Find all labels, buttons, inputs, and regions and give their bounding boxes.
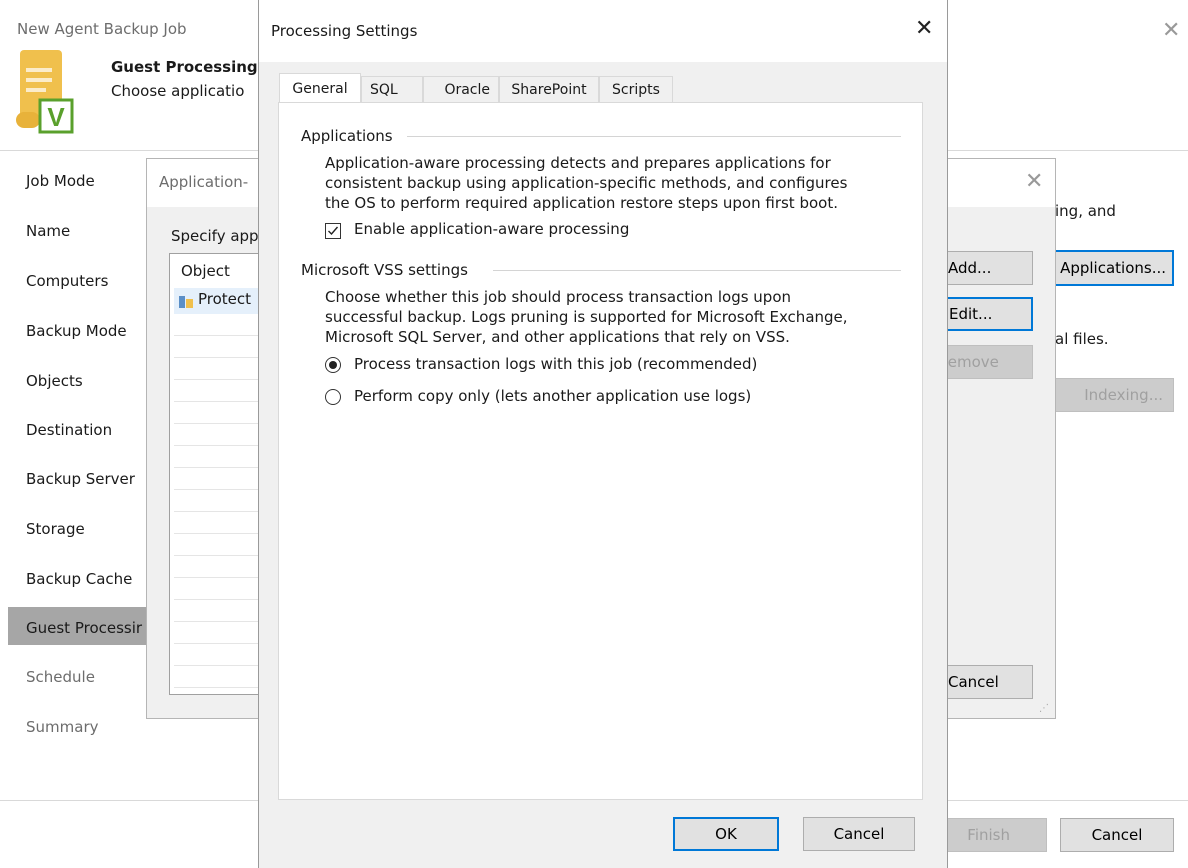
- radio-dot: [329, 361, 337, 369]
- vss-desc-2: successful backup. Logs pruning is suppo…: [325, 308, 848, 326]
- nav-item-name[interactable]: Name: [26, 222, 70, 240]
- enable-app-aware-checkbox[interactable]: [325, 223, 341, 239]
- nav-item-storage[interactable]: Storage: [26, 520, 85, 538]
- processing-settings-dialog: Processing Settings ✕ General SQL Oracle…: [258, 0, 948, 868]
- nav-item-summary[interactable]: Summary: [26, 718, 99, 736]
- process-logs-label[interactable]: Process transaction logs with this job (…: [354, 355, 757, 373]
- specify-label: Specify app: [171, 227, 259, 245]
- processing-close-icon[interactable]: ✕: [915, 18, 933, 40]
- description-fragment-2: al files.: [1055, 330, 1109, 348]
- copy-only-radio[interactable]: [325, 389, 341, 405]
- vss-desc-1: Choose whether this job should process t…: [325, 288, 792, 306]
- tab-sharepoint[interactable]: SharePoint: [499, 76, 599, 102]
- vss-group-title: Microsoft VSS settings: [301, 261, 468, 279]
- tab-general[interactable]: General: [279, 73, 361, 103]
- tab-oracle[interactable]: Oracle: [423, 76, 499, 102]
- applications-desc-3: the OS to perform required application r…: [325, 194, 838, 212]
- vss-desc-3: Microsoft SQL Server, and other applicat…: [325, 328, 790, 346]
- copy-only-label[interactable]: Perform copy only (lets another applicat…: [354, 387, 751, 405]
- wizard-close-icon[interactable]: ✕: [1162, 20, 1180, 42]
- nav-item-schedule[interactable]: Schedule: [26, 668, 95, 686]
- applications-button[interactable]: Applications...: [1046, 250, 1174, 286]
- enable-app-aware-label[interactable]: Enable application-aware processing: [354, 220, 629, 238]
- applications-desc-1: Application-aware processing detects and…: [325, 154, 831, 172]
- general-tab-panel: Applications Application-aware processin…: [278, 102, 923, 800]
- col-object-header[interactable]: Object: [181, 262, 230, 280]
- processing-cancel-button[interactable]: Cancel: [803, 817, 915, 851]
- vss-group-line: [493, 270, 901, 271]
- processing-title: Processing Settings: [271, 22, 418, 40]
- veeam-scroll-logo: V: [14, 46, 74, 136]
- nav-item-destination[interactable]: Destination: [26, 421, 112, 439]
- ok-button[interactable]: OK: [673, 817, 779, 851]
- nav-item-backup-server[interactable]: Backup Server: [26, 470, 135, 488]
- protection-group-icon: [178, 294, 193, 308]
- app-dialog-title: Application-: [159, 173, 249, 191]
- nav-item-backup-cache[interactable]: Backup Cache: [26, 570, 132, 588]
- tab-scripts[interactable]: Scripts: [599, 76, 673, 102]
- app-dialog-close-icon[interactable]: ✕: [1025, 171, 1043, 193]
- indexing-button[interactable]: Indexing...: [1046, 378, 1174, 412]
- svg-text:V: V: [47, 102, 65, 132]
- tab-strip: General SQL Oracle SharePoint Scripts: [279, 73, 929, 103]
- resize-grip-icon[interactable]: ⋰: [1039, 703, 1049, 714]
- process-logs-radio[interactable]: [325, 357, 341, 373]
- nav-item-backup-mode[interactable]: Backup Mode: [26, 322, 127, 340]
- applications-group-line: [407, 136, 901, 137]
- applications-group-title: Applications: [301, 127, 393, 145]
- nav-item-guest-processing[interactable]: Guest Processir: [26, 619, 142, 637]
- wizard-title: New Agent Backup Job: [17, 20, 187, 38]
- nav-item-objects[interactable]: Objects: [26, 372, 83, 390]
- nav-item-job-mode[interactable]: Job Mode: [26, 172, 95, 190]
- finish-button[interactable]: Finish: [940, 818, 1047, 852]
- nav-item-computers[interactable]: Computers: [26, 272, 108, 290]
- objects-row-label: Protect: [198, 290, 252, 308]
- description-fragment-1: ing, and: [1055, 202, 1116, 220]
- step-subtitle: Choose applicatio: [111, 82, 245, 100]
- step-title: Guest Processing: [111, 58, 258, 76]
- tab-sql[interactable]: SQL: [361, 76, 423, 102]
- wizard-cancel-button[interactable]: Cancel: [1060, 818, 1174, 852]
- applications-desc-2: consistent backup using application-spec…: [325, 174, 848, 192]
